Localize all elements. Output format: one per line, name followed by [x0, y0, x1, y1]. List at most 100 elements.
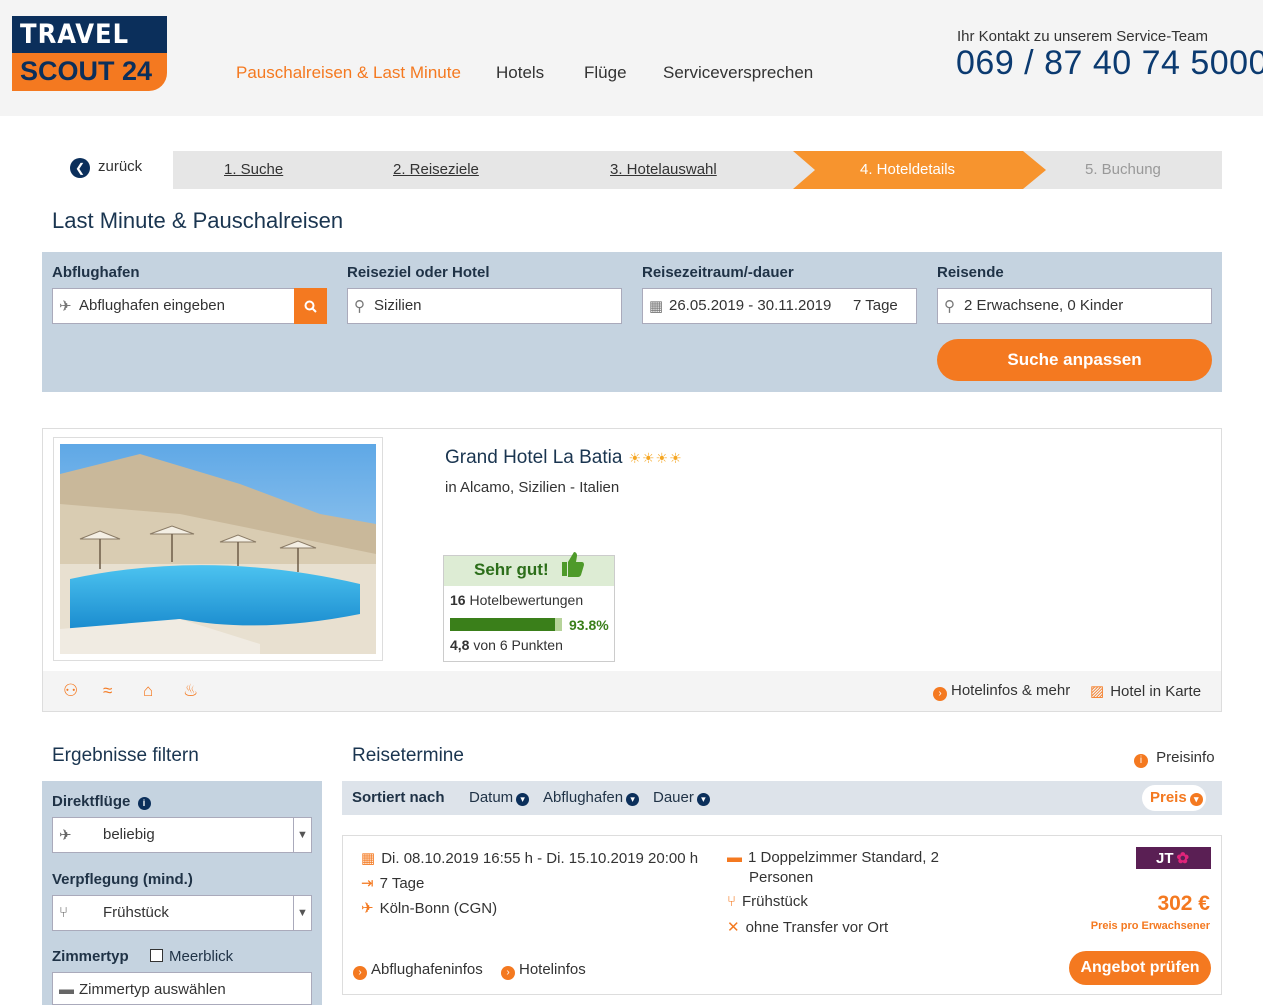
travelscout-logo[interactable]: TRAVEL SCOUT 24 — [12, 16, 167, 91]
score-label: von 6 Punkten — [473, 637, 563, 653]
reviews-label: Hotelbewertungen — [469, 592, 584, 608]
offer-hotel-info-link[interactable]: › Hotelinfos — [501, 961, 586, 980]
sort-bar: Sortiert nach Datum ▾ Abflughafen ▾ Dauer ▾… — [342, 781, 1222, 815]
hotel-map-label: Hotel in Karte — [1110, 683, 1202, 700]
thumbs-up-icon — [562, 552, 584, 577]
info-icon[interactable]: i — [137, 797, 151, 810]
board-label: Verpflegung (mind.) — [52, 871, 193, 888]
search-submit-button[interactable]: Suche anpassen — [937, 339, 1212, 381]
tour-operator-logo: JT ✿ — [1136, 847, 1211, 869]
offer-duration: ⇥ 7 Tage — [361, 874, 424, 892]
travelers-label: Reisende — [937, 264, 1004, 281]
chevron-down-icon: ▼ — [293, 896, 311, 930]
recommendation-percent: 93.8% — [569, 617, 609, 633]
plane-icon: ✈ — [361, 900, 374, 917]
hotel-photo[interactable] — [53, 437, 383, 661]
results-title: Reisetermine — [352, 745, 464, 766]
step-hotelauswahl[interactable]: 3. Hotelauswahl — [610, 161, 717, 178]
price-info-link[interactable]: i Preisinfo — [1134, 749, 1215, 768]
back-link[interactable]: ❮ zurück — [70, 158, 142, 178]
score-line: 4,8 von 6 Punkten — [450, 637, 563, 653]
step-buchung: 5. Buchung — [1085, 161, 1161, 178]
airport-info-link[interactable]: › Abflughafeninfos — [353, 961, 483, 980]
offer-airport: ✈ Köln-Bonn (CGN) — [361, 899, 497, 917]
site-header: TRAVEL SCOUT 24 Pauschalreisen & Last Mi… — [0, 0, 1263, 116]
nav-serviceversprechen[interactable]: Serviceversprechen — [663, 63, 813, 83]
duration-value: 7 Tage — [853, 297, 898, 314]
sort-label: Sortiert nach — [352, 789, 445, 806]
plane-icon: ✈ — [59, 827, 72, 844]
room-type-input[interactable]: ▬ Zimmertyp auswählen — [52, 972, 312, 1005]
board-select[interactable]: ⑂ Frühstück ▼ — [52, 895, 312, 931]
nav-pauschalreisen[interactable]: Pauschalreisen & Last Minute — [236, 63, 461, 83]
offer-room-line2: Personen — [749, 869, 814, 886]
board-value: Frühstück — [103, 904, 169, 921]
reviews-line: 16 Hotelbewertungen — [450, 592, 583, 608]
seaview-checkbox[interactable] — [150, 949, 163, 962]
offer-board-text: Frühstück — [742, 893, 808, 910]
hotel-location: in Alcamo, Sizilien - Italien — [445, 479, 620, 496]
recommendation-bar — [450, 618, 562, 631]
offer-transfer: ✕ ohne Transfer vor Ort — [727, 918, 888, 936]
price-note: Preis pro Erwachsener — [1090, 920, 1210, 932]
hotel-info-link[interactable]: › Hotelinfos & mehr — [933, 682, 1070, 701]
sort-by-date[interactable]: Datum ▾ — [469, 789, 530, 806]
cutlery-icon: ⑂ — [727, 893, 737, 910]
family-icon: ⚇ — [63, 681, 79, 700]
chevron-right-icon: › — [933, 687, 947, 701]
sort-by-airport[interactable]: Abflughafen ▾ — [543, 789, 640, 806]
sort-by-duration[interactable]: Dauer ▾ — [653, 789, 710, 806]
step-reiseziele[interactable]: 2. Reiseziele — [393, 161, 479, 178]
filter-panel: Direktflüge i ✈ beliebig ▼ Verpflegung (… — [42, 781, 322, 1005]
hotel-name[interactable]: Grand Hotel La Batia ☀☀☀☀ — [445, 447, 683, 469]
duration-icon: ⇥ — [361, 875, 374, 892]
offer-board: ⑂ Frühstück — [727, 893, 808, 910]
contact-label: Ihr Kontakt zu unserem Service-Team — [957, 28, 1208, 45]
airport-info-label: Abflughafeninfos — [371, 961, 483, 978]
plane-icon: ✈ — [59, 298, 72, 315]
check-offer-button[interactable]: Angebot prüfen — [1069, 951, 1211, 985]
nav-fluege[interactable]: Flüge — [584, 63, 627, 83]
spa-icon: ♨ — [183, 681, 199, 700]
sort-price-label: Preis — [1150, 789, 1187, 806]
chevron-right-icon: › — [501, 966, 515, 980]
airport-input[interactable]: ✈ Abflughafen eingeben — [52, 288, 295, 324]
calendar-icon: ▦ — [649, 298, 664, 315]
swimming-icon: ≈ — [103, 681, 113, 700]
seaview-option[interactable]: Meerblick — [150, 948, 233, 965]
chevron-down-icon: ▾ — [626, 793, 640, 806]
destination-label: Reiseziel oder Hotel — [347, 264, 490, 281]
map-pin-icon: ⚲ — [354, 298, 365, 315]
room-type-label: Zimmertyp — [52, 948, 129, 965]
recommendation-bar-rest — [555, 618, 562, 631]
step-suche[interactable]: 1. Suche — [224, 161, 283, 178]
offer-price: 302 € — [1157, 892, 1210, 915]
search-panel: Abflughafen ✈ Abflughafen eingeben Reisez… — [42, 252, 1222, 392]
reviews-count: 16 — [450, 592, 466, 608]
offer-airport-text: Köln-Bonn (CGN) — [379, 900, 498, 917]
contact-phone[interactable]: 069 / 87 40 74 5000 — [956, 44, 1263, 83]
travelers-input[interactable]: ⚲ 2 Erwachsene, 0 Kinder — [937, 288, 1212, 324]
sort-by-price[interactable]: Preis ▾ — [1142, 785, 1206, 811]
progress-steps: 1. Suche 2. Reiseziele 3. Hotelauswahl 4… — [173, 151, 1222, 189]
chevron-left-icon: ❮ — [70, 158, 90, 178]
bed-icon: ▬ — [727, 849, 742, 866]
period-input[interactable]: ▦ 26.05.2019 - 30.11.2019 7 Tage — [642, 288, 917, 324]
rating-box[interactable]: Sehr gut! 16 Hotelbewertungen 93.8% 4,8 … — [443, 552, 615, 662]
nav-hotels[interactable]: Hotels — [496, 63, 544, 83]
airport-search-button[interactable] — [294, 288, 327, 324]
price-info-label: Preisinfo — [1156, 749, 1215, 766]
destination-input[interactable]: ⚲ Sizilien — [347, 288, 622, 324]
chevron-down-icon: ▾ — [516, 793, 530, 806]
pool-image — [60, 444, 376, 654]
direct-flights-text: Direktflüge — [52, 793, 131, 810]
chevron-down-icon: ▾ — [696, 793, 710, 806]
person-icon: ⚲ — [944, 298, 955, 315]
direct-flights-value: beliebig — [103, 826, 155, 843]
hotel-map-link[interactable]: ▨ Hotel in Karte — [1090, 682, 1201, 700]
hotel-name-text: Grand Hotel La Batia — [445, 447, 623, 468]
direct-flights-select[interactable]: ✈ beliebig ▼ — [52, 817, 312, 853]
destination-value: Sizilien — [374, 297, 422, 314]
page-title: Last Minute & Pauschalreisen — [52, 208, 344, 233]
rating-head: Sehr gut! — [444, 552, 614, 586]
